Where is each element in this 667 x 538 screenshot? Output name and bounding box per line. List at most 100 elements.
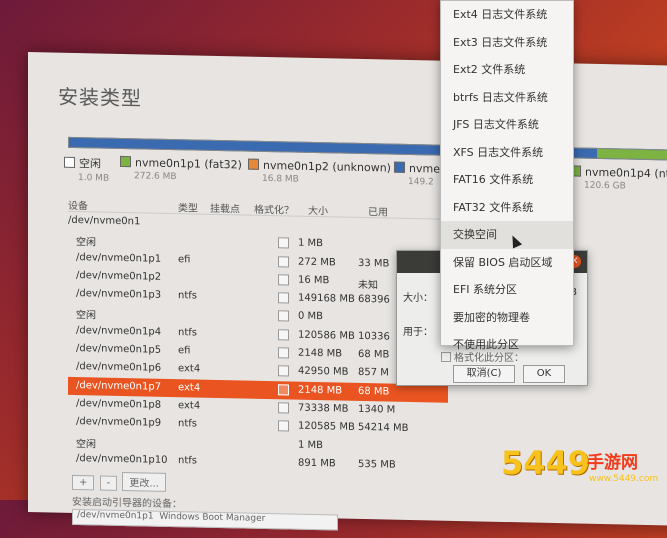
row-used: 857 M — [358, 367, 389, 379]
dropdown-item[interactable]: Ext3 日志文件系统 — [441, 29, 573, 57]
column-header-size[interactable]: 大小 — [308, 202, 328, 217]
row-type: ntfs — [178, 290, 197, 302]
watermark-number: 5449 — [501, 444, 591, 482]
legend-label: nvme0n1p4 (ntfs — [585, 165, 667, 181]
format-checkbox[interactable] — [278, 383, 289, 396]
row-size: 1 MB — [298, 439, 324, 451]
row-size: 149168 MB — [298, 292, 355, 306]
dropdown-item[interactable]: 要加密的物理卷 — [441, 304, 573, 332]
change-partition-button[interactable]: 更改... — [122, 471, 166, 492]
row-type: ext4 — [178, 363, 201, 375]
legend-item: 空闲 1.0 MB — [64, 155, 109, 184]
row-used: 1340 M — [358, 403, 396, 416]
dropdown-item[interactable]: XFS 日志文件系统 — [441, 139, 573, 167]
row-device: /dev/nvme0n1p4 — [76, 324, 162, 338]
cancel-button[interactable]: 取消(C) — [453, 365, 515, 383]
dropdown-item[interactable]: 保留 BIOS 启动区域 — [441, 249, 573, 277]
format-checkbox[interactable] — [278, 274, 289, 286]
dropdown-item[interactable]: Ext4 日志文件系统 — [441, 1, 573, 29]
column-header-device[interactable]: 设备 — [68, 197, 88, 212]
row-type: ntfs — [178, 455, 197, 467]
row-type: efi — [178, 345, 191, 357]
row-size: 120586 MB — [298, 329, 355, 342]
row-type: efi — [178, 253, 191, 265]
row-device: /dev/nvme0n1p2 — [76, 269, 162, 283]
legend-item: nvme0n1p2 (unknown) 16.8 MB — [248, 158, 391, 187]
ok-button[interactable]: OK — [523, 365, 565, 383]
use-as-label: 用于： — [403, 327, 433, 338]
row-device: /dev/nvme0n1p10 — [76, 452, 168, 466]
format-checkbox[interactable] — [278, 347, 289, 359]
dropdown-item[interactable]: FAT32 文件系统 — [441, 194, 573, 222]
format-checkbox[interactable] — [278, 365, 289, 377]
dropdown-item[interactable]: btrfs 日志文件系统 — [441, 84, 573, 112]
row-device: 空闲 — [76, 310, 96, 322]
window-title: 安装类型 — [58, 84, 142, 111]
row-size: 272 MB — [298, 256, 336, 269]
size-label: 大小： — [403, 293, 433, 304]
legend-label: nvme0n1p2 (unknown) — [263, 158, 391, 175]
row-device: /dev/nvme0n1p8 — [76, 397, 162, 411]
use-as-dropdown-menu: Ext4 日志文件系统 Ext3 日志文件系统 Ext2 文件系统 btrfs 日志文… — [440, 0, 574, 351]
dropdown-item[interactable]: JFS 日志文件系统 — [441, 111, 573, 139]
row-type: ntfs — [178, 326, 197, 339]
dropdown-item[interactable]: 不使用此分区 — [441, 331, 573, 359]
row-device: /dev/nvme0n1 — [68, 214, 141, 228]
format-checkbox[interactable] — [278, 310, 289, 322]
watermark-url: www.5449.com — [589, 474, 659, 484]
row-used: 33 MB — [358, 257, 390, 270]
row-size: 0 MB — [298, 311, 324, 323]
format-checkbox[interactable] — [278, 237, 289, 249]
row-used: 54214 MB — [358, 422, 409, 435]
bootloader-device: /dev/nvme0n1p1 — [77, 510, 154, 522]
row-used: 68 MB — [358, 385, 390, 398]
format-checkbox[interactable] — [278, 255, 289, 268]
column-header-used[interactable]: 已用 — [368, 203, 388, 218]
legend-swatch — [120, 155, 131, 168]
row-size: 16 MB — [298, 274, 330, 287]
add-partition-button[interactable]: + — [72, 474, 95, 491]
column-header-mount[interactable]: 挂载点 — [210, 200, 240, 216]
dropdown-item[interactable]: FAT16 文件系统 — [441, 166, 573, 194]
dropdown-item[interactable]: EFI 系统分区 — [441, 276, 573, 304]
bootloader-select[interactable]: /dev/nvme0n1p1 Windows Boot Manager — [72, 508, 338, 531]
row-used: 未知 — [358, 279, 378, 292]
row-device: 空闲 — [76, 237, 96, 249]
format-checkbox[interactable] — [278, 329, 289, 341]
row-used: 68 MB — [358, 348, 390, 361]
row-size: 2148 MB — [298, 384, 343, 397]
remove-partition-button[interactable]: - — [99, 475, 118, 491]
row-size: 1 MB — [298, 237, 324, 250]
row-size: 42950 MB — [298, 366, 349, 379]
row-used: 10336 — [358, 330, 390, 343]
table-body: /dev/nvme0n1 空闲 1 MB/dev/nvme0n1p1 efi 272 M… — [68, 212, 448, 476]
partition-bar-segment — [597, 148, 667, 160]
legend-label: nvme0n1p1 (fat32) — [135, 156, 242, 172]
row-size: 2148 MB — [298, 347, 343, 360]
row-type: ext4 — [178, 400, 201, 412]
row-size: 73338 MB — [298, 402, 349, 415]
row-device: /dev/nvme0n1p5 — [76, 343, 162, 356]
site-watermark: 5449 手游网 www.5449.com — [501, 442, 661, 496]
dropdown-list: Ext4 日志文件系统 Ext3 日志文件系统 Ext2 文件系统 btrfs 日志文… — [441, 1, 573, 359]
legend-size: 272.6 MB — [134, 171, 177, 183]
format-checkbox[interactable] — [278, 402, 289, 414]
dropdown-item[interactable]: 交换空间 — [441, 221, 573, 249]
format-checkbox[interactable] — [278, 292, 289, 304]
partition-legend: 空闲 1.0 MB nvme0n1p1 (fat32) 272.6 MB nvm… — [64, 155, 667, 198]
row-size: 120585 MB — [298, 420, 355, 434]
legend-swatch — [64, 156, 75, 168]
format-checkbox[interactable] — [278, 420, 289, 432]
row-device: 空闲 — [76, 438, 96, 450]
legend-size: 1.0 MB — [78, 173, 110, 184]
row-used: 68396 — [358, 294, 390, 306]
watermark-text: 手游网 — [587, 453, 638, 473]
row-type: ext4 — [178, 381, 201, 394]
legend-item: nvme0n1p1 (fat32) 272.6 MB — [120, 155, 242, 184]
dropdown-item[interactable]: Ext2 文件系统 — [441, 56, 573, 84]
legend-size: 16.8 MB — [262, 173, 299, 185]
column-header-type[interactable]: 类型 — [178, 199, 198, 214]
column-header-format[interactable]: 格式化？ — [254, 201, 294, 217]
row-device: /dev/nvme0n1p1 — [76, 251, 162, 265]
legend-size: 120.6 GB — [584, 180, 626, 192]
